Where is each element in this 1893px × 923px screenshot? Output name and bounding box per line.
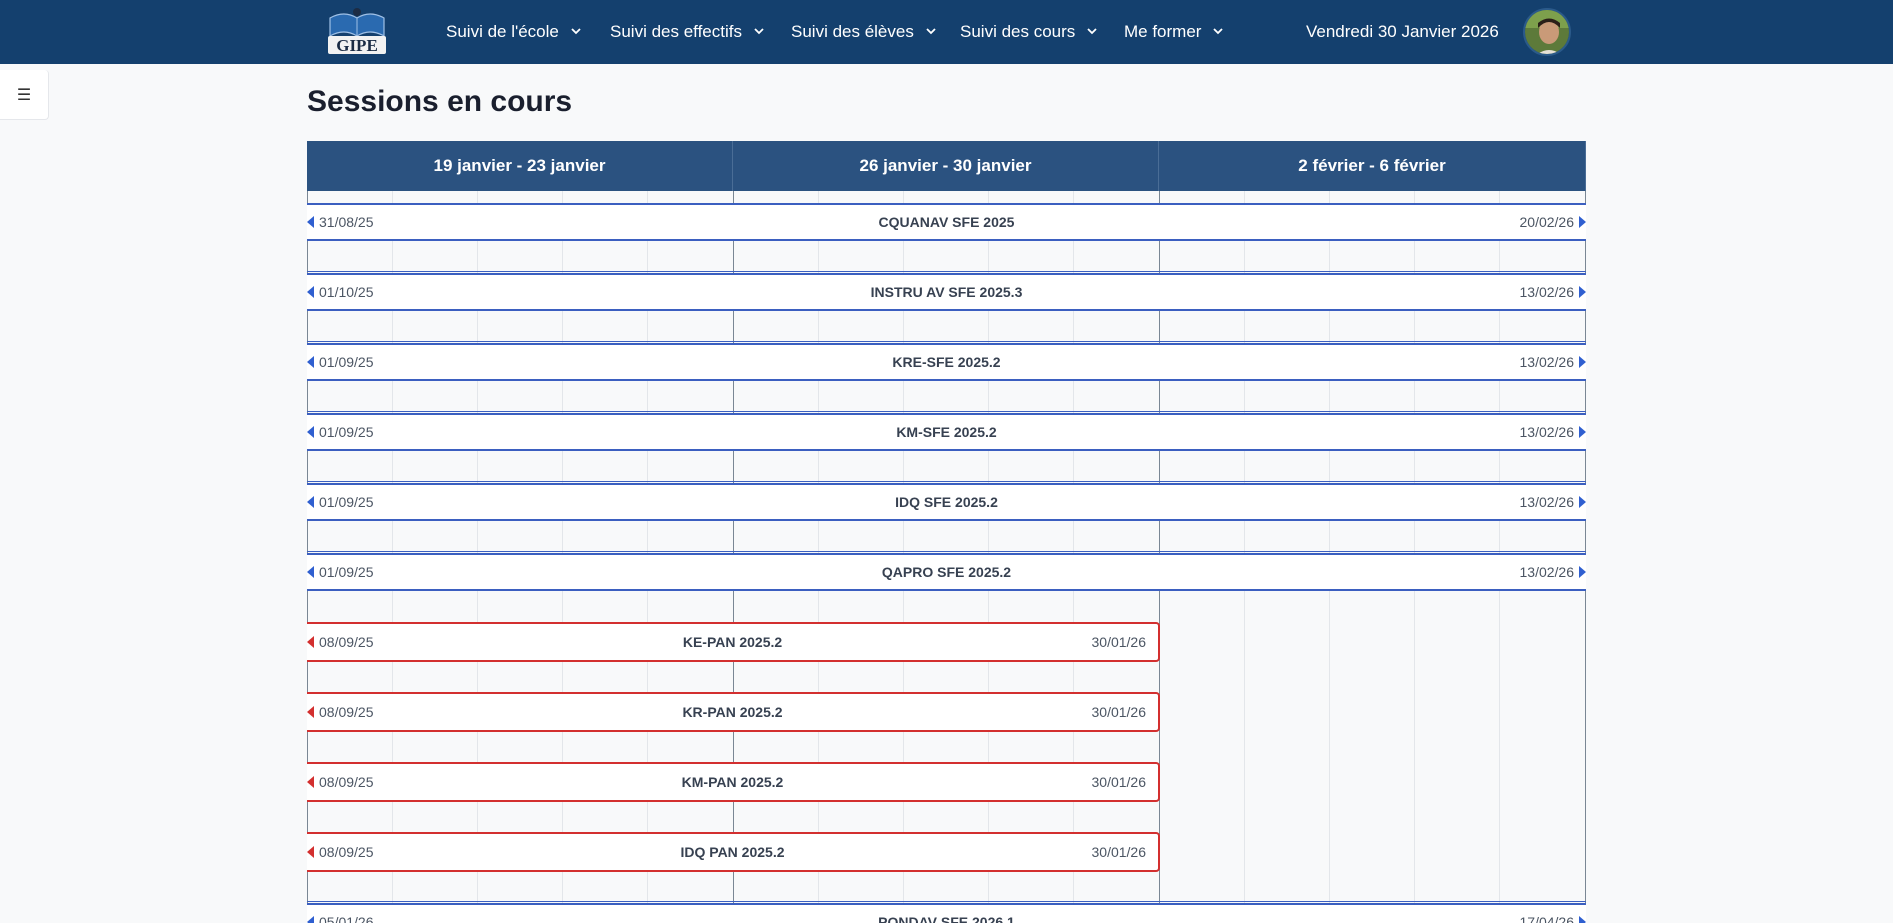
- timeline-grid: [307, 141, 1586, 923]
- session-end-date: 30/01/26: [1091, 634, 1147, 650]
- session-bar[interactable]: 05/01/26 PONDAV SFE 2026.1 17/04/26: [307, 903, 1586, 923]
- session-name: KE-PAN 2025.2: [682, 634, 783, 650]
- sessions-timeline: 19 janvier - 23 janvier 26 janvier - 30 …: [307, 141, 1586, 923]
- session-name: KM-PAN 2025.2: [681, 774, 784, 790]
- nav-label: Suivi des effectifs: [610, 22, 742, 41]
- nav-label: Me former: [1124, 22, 1202, 41]
- chevron-down-icon: [1213, 28, 1224, 35]
- sidebar-toggle-button[interactable]: ☰: [0, 70, 49, 120]
- chevron-down-icon: [754, 28, 764, 35]
- nav-suivi-cours[interactable]: Suivi des cours: [960, 0, 1097, 64]
- session-bar[interactable]: 01/10/25 INSTRU AV SFE 2025.3 13/02/26: [307, 273, 1586, 311]
- nav-label: Suivi de l'école: [446, 22, 559, 41]
- session-bar-ending[interactable]: 08/09/25 KE-PAN 2025.2 30/01/26: [307, 622, 1160, 662]
- session-end-date: 30/01/26: [1091, 844, 1147, 860]
- arrow-right-icon: [1579, 356, 1586, 368]
- nav-label: Suivi des cours: [960, 22, 1076, 41]
- chevron-down-icon: [1087, 28, 1097, 35]
- session-name: IDQ PAN 2025.2: [680, 844, 785, 860]
- session-name: INSTRU AV SFE 2025.3: [870, 284, 1023, 300]
- page-title: Sessions en cours: [307, 85, 573, 118]
- nav-suivi-effectifs[interactable]: Suivi des effectifs: [610, 0, 764, 64]
- nav-label: Suivi des élèves: [791, 22, 914, 41]
- session-name: KM-SFE 2025.2: [896, 424, 997, 440]
- chevron-down-icon: [926, 28, 936, 35]
- session-name: QAPRO SFE 2025.2: [881, 564, 1012, 580]
- chevron-down-icon: [571, 28, 581, 35]
- session-name: KR-PAN 2025.2: [682, 704, 783, 720]
- session-name: CQUANAV SFE 2025: [878, 214, 1015, 230]
- session-end-date: 17/04/26: [1519, 914, 1575, 923]
- session-name: PONDAV SFE 2026.1: [878, 914, 1015, 923]
- session-end-date: 13/02/26: [1519, 354, 1575, 370]
- session-end-date: 13/02/26: [1519, 494, 1575, 510]
- session-end-date: 13/02/26: [1519, 424, 1575, 440]
- arrow-right-icon: [1579, 216, 1586, 228]
- arrow-right-icon: [1579, 916, 1586, 923]
- arrow-right-icon: [1579, 496, 1586, 508]
- nav-suivi-ecole[interactable]: Suivi de l'école: [446, 0, 581, 64]
- current-date: Vendredi 30 Janvier 2026: [1306, 22, 1499, 41]
- session-bar[interactable]: 31/08/25 CQUANAV SFE 2025 20/02/26: [307, 203, 1586, 241]
- week-header-3: 2 février - 6 février: [1159, 141, 1586, 191]
- session-end-date: 30/01/26: [1091, 774, 1147, 790]
- session-end-date: 13/02/26: [1519, 284, 1575, 300]
- gipe-logo[interactable]: GIPE: [322, 6, 392, 58]
- nav-suivi-eleves[interactable]: Suivi des élèves: [791, 0, 936, 64]
- arrow-right-icon: [1579, 286, 1586, 298]
- logo-text: GIPE: [336, 36, 378, 55]
- session-end-date: 30/01/26: [1091, 704, 1147, 720]
- user-avatar[interactable]: [1523, 8, 1571, 56]
- session-end-date: 20/02/26: [1519, 214, 1575, 230]
- session-bar-ending[interactable]: 08/09/25 KR-PAN 2025.2 30/01/26: [307, 692, 1160, 732]
- session-end-date: 13/02/26: [1519, 564, 1575, 580]
- session-name: KRE-SFE 2025.2: [892, 354, 1001, 370]
- session-bar-ending[interactable]: 08/09/25 IDQ PAN 2025.2 30/01/26: [307, 832, 1160, 872]
- week-header-1: 19 janvier - 23 janvier: [307, 141, 733, 191]
- arrow-right-icon: [1579, 426, 1586, 438]
- session-bar[interactable]: 01/09/25 QAPRO SFE 2025.2 13/02/26: [307, 553, 1586, 591]
- nav-me-former[interactable]: Me former: [1124, 0, 1224, 64]
- session-bar-ending[interactable]: 08/09/25 KM-PAN 2025.2 30/01/26: [307, 762, 1160, 802]
- hamburger-menu-icon: ☰: [16, 86, 32, 104]
- session-bar[interactable]: 01/09/25 KRE-SFE 2025.2 13/02/26: [307, 343, 1586, 381]
- session-bar[interactable]: 01/09/25 IDQ SFE 2025.2 13/02/26: [307, 483, 1586, 521]
- session-bar[interactable]: 01/09/25 KM-SFE 2025.2 13/02/26: [307, 413, 1586, 451]
- top-navbar: GIPE Suivi de l'école Suivi des effectif…: [0, 0, 1893, 64]
- session-name: IDQ SFE 2025.2: [895, 494, 998, 510]
- week-header-2: 26 janvier - 30 janvier: [733, 141, 1159, 191]
- arrow-right-icon: [1579, 566, 1586, 578]
